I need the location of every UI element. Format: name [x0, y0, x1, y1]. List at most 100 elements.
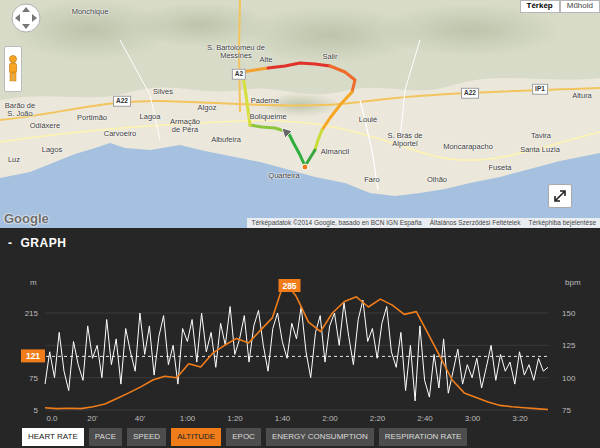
google-logo[interactable]: Google	[4, 212, 49, 225]
pegman-icon[interactable]	[7, 54, 19, 84]
attribution-link[interactable]: Térképhiba bejelentése	[528, 219, 596, 227]
place-label: Lagoa	[140, 113, 161, 121]
road-shield: A2	[232, 69, 246, 80]
time-axis-tick: 20'	[87, 414, 98, 423]
fullscreen-button[interactable]	[548, 184, 572, 208]
left-axis-tick: 215	[25, 309, 39, 318]
time-axis-tick: 2:00	[322, 414, 338, 423]
left-axis-tick: 75	[29, 374, 38, 383]
right-axis-tick: 125	[562, 341, 576, 350]
metric-button-fill[interactable]: RESPIRATION RATE	[379, 428, 468, 446]
peak-badge-text: 285	[282, 281, 296, 291]
place-label: Olhão	[427, 176, 447, 184]
metric-button-fill[interactable]: ALTITUDE	[171, 428, 221, 446]
time-axis-tick: 40'	[135, 414, 146, 423]
series-line	[45, 281, 548, 410]
grid-line	[45, 313, 548, 314]
expand-icon[interactable]	[553, 189, 567, 203]
place-label: Alte	[260, 56, 273, 64]
collapse-toggle[interactable]: -	[8, 237, 13, 258]
metric-button-label[interactable]: ALTITUDE	[177, 432, 215, 441]
pan-arrows-icon[interactable]	[10, 2, 42, 34]
metric-button-label[interactable]: SPEED	[133, 432, 160, 441]
map-type-button[interactable]: Műhold	[560, 0, 600, 13]
metric-button-fill[interactable]: ENERGY CONSUMPTION	[266, 428, 374, 446]
pan-control[interactable]	[10, 2, 42, 34]
map-type-label[interactable]: Műhold	[567, 1, 593, 10]
route-segment	[330, 66, 355, 92]
reference-badge-text: 121	[26, 351, 40, 361]
time-axis-tick: 1:20	[227, 414, 243, 423]
route-segment	[305, 150, 315, 166]
altitude-line	[45, 281, 548, 410]
metric-button-fill[interactable]: EPOC	[226, 428, 261, 446]
time-axis-tick: 2:20	[370, 414, 386, 423]
grid-line	[45, 410, 548, 411]
route-segment	[288, 132, 305, 166]
start-marker-icon[interactable]	[302, 164, 308, 170]
metric-button-label[interactable]: HEART RATE	[28, 432, 78, 441]
place-label: Albufeira	[211, 136, 241, 144]
direction-arrow-icon	[282, 128, 292, 138]
place-label: Luz	[8, 156, 20, 164]
street-view-control[interactable]	[4, 46, 22, 92]
metric-button[interactable]: ENERGY CONSUMPTION	[266, 428, 374, 446]
place-label: Monchique	[72, 8, 109, 16]
metric-button-fill[interactable]: PACE	[89, 428, 122, 446]
grid-line	[45, 345, 548, 346]
route-segment	[242, 72, 250, 125]
left-axis-unit: m	[30, 278, 37, 287]
route-segment	[322, 92, 352, 130]
map-attribution: Térképadatok ©2014 Google, basado en BCN…	[247, 218, 600, 228]
route-map[interactable]: Térkép Műhold Google Térképadatok ©2014 G…	[0, 0, 600, 228]
map-type-control: Térkép Műhold	[520, 0, 600, 13]
time-axis-tick: 3:20	[512, 414, 528, 423]
metric-button-label[interactable]: RESPIRATION RATE	[385, 432, 462, 441]
series-line	[45, 300, 548, 401]
time-axis-tick: 2:40	[417, 414, 433, 423]
graph-panel: -GRAPH m215755bpm150125100750.020'40'1:0…	[0, 228, 600, 448]
place-label: Altura	[572, 92, 592, 100]
right-axis-unit: bpm	[565, 278, 581, 287]
graph-header[interactable]: -GRAPH	[0, 228, 600, 258]
metric-button-fill[interactable]: HEART RATE	[22, 428, 84, 446]
metric-button[interactable]: EPOC	[226, 428, 261, 446]
place-label: Barão de S. João	[3, 102, 37, 118]
metric-button-label[interactable]: PACE	[95, 432, 116, 441]
left-axis-tick: 5	[34, 406, 39, 415]
place-label: S. Bartolomeu de Messines	[205, 44, 267, 60]
place-label: S. Brás de Alportel	[385, 132, 425, 148]
place-label: Salir	[322, 53, 337, 61]
place-label: Loulé	[359, 116, 377, 124]
place-label: Boliqueime	[249, 113, 286, 121]
metric-button[interactable]: SPEED	[127, 428, 166, 446]
place-label: Faro	[364, 176, 379, 184]
metric-buttons: HEART RATE PACE SPEED ALTITUDE EPOC ENERGY CO…	[0, 426, 600, 448]
map-type-label[interactable]: Térkép	[527, 1, 553, 10]
reference-line	[46, 356, 548, 357]
time-axis-tick: 1:00	[180, 414, 196, 423]
reference-badge	[21, 349, 45, 362]
attribution-link[interactable]: Általános Szerződési Feltételek	[430, 219, 521, 227]
metric-button-label[interactable]: EPOC	[232, 432, 255, 441]
place-label: Lagos	[42, 146, 62, 154]
metric-button[interactable]: HEART RATE	[22, 428, 84, 446]
metric-button-fill[interactable]: SPEED	[127, 428, 166, 446]
time-axis-tick: 1:40	[275, 414, 291, 423]
place-label: Odiáxere	[30, 122, 60, 130]
place-label: Tavira	[531, 132, 551, 140]
time-axis-tick: 0.0	[46, 414, 58, 423]
place-label: Portimão	[77, 114, 107, 122]
metric-button[interactable]: ALTITUDE	[171, 428, 221, 446]
metric-button[interactable]: RESPIRATION RATE	[379, 428, 468, 446]
map-data-credit: Térképadatok ©2014 Google, basado en BCN…	[251, 219, 421, 227]
metric-button[interactable]: PACE	[89, 428, 122, 446]
time-axis-tick: 3:00	[465, 414, 481, 423]
place-label: Algoz	[198, 104, 217, 112]
metric-button-label[interactable]: ENERGY CONSUMPTION	[272, 432, 368, 441]
map-type-button[interactable]: Térkép	[520, 0, 560, 13]
road-shield: A22	[461, 88, 479, 99]
right-axis-tick: 100	[562, 374, 576, 383]
place-label: Armação de Pêra	[167, 118, 203, 134]
route-segment	[315, 130, 322, 150]
